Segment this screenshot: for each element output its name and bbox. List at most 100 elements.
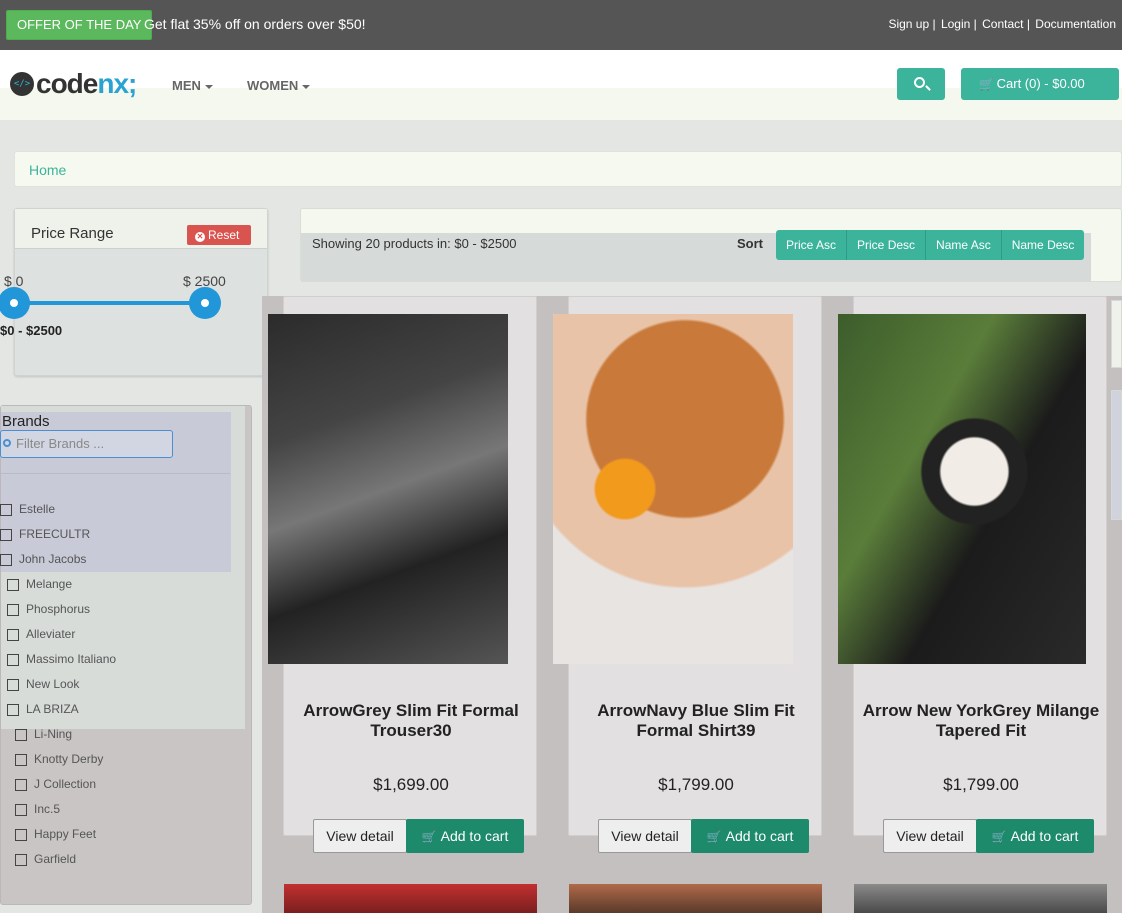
price-range-title: Price Range: [31, 225, 114, 242]
brand-item[interactable]: Phosphorus: [7, 602, 90, 618]
brand-item[interactable]: Alleviater: [7, 627, 75, 643]
product-name[interactable]: Arrow New YorkGrey Milange Tapered Fit: [856, 701, 1106, 741]
add-to-cart-label: Add to cart: [1010, 828, 1079, 844]
nav-men-label: MEN: [172, 78, 201, 93]
header: </> codenx; MEN WOMEN 🛒 Cart (0) - $0.00: [0, 50, 1122, 120]
search-icon: [3, 439, 11, 447]
brand-item[interactable]: Inc.5: [15, 802, 60, 818]
brand-item[interactable]: Knotty Derby: [15, 752, 103, 768]
checkbox-icon[interactable]: [15, 803, 27, 816]
brands-filter-input[interactable]: Filter Brands ...: [0, 430, 173, 458]
product-card: Arrow New YorkGrey Milange Tapered Fit $…: [838, 296, 1107, 853]
product-image[interactable]: [553, 314, 793, 664]
offer-of-the-day-button[interactable]: OFFER OF THE DAY: [6, 10, 153, 40]
add-to-cart-label: Add to cart: [725, 828, 794, 844]
nav-women[interactable]: WOMEN: [247, 78, 311, 93]
product-image-next-row[interactable]: [284, 884, 537, 913]
product-image-next-row[interactable]: [854, 884, 1107, 913]
logo-icon: </>: [10, 72, 34, 96]
chevron-down-icon: [302, 84, 311, 89]
cart-icon: 🛒: [979, 77, 994, 91]
brand-item[interactable]: Garfield: [15, 852, 76, 868]
view-detail-button[interactable]: View detail: [598, 819, 692, 853]
logo-text-accent: nx;: [97, 68, 137, 99]
brand-label: Garfield: [34, 852, 77, 866]
cart-icon: 🛒: [991, 830, 1007, 844]
documentation-link[interactable]: Documentation: [1035, 17, 1116, 31]
brand-label: FREECULTR: [19, 527, 91, 541]
brand-item[interactable]: FREECULTR: [0, 527, 90, 543]
sort-price-asc-button[interactable]: Price Asc: [776, 230, 848, 260]
brands-title: Brands: [2, 413, 50, 430]
add-to-cart-button[interactable]: 🛒 Add to cart: [691, 819, 809, 853]
checkbox-icon[interactable]: [15, 753, 27, 766]
breadcrumb: Home: [14, 151, 1122, 187]
brand-item[interactable]: Estelle: [0, 502, 55, 518]
logo-text-main: code: [36, 68, 98, 99]
brand-label: Knotty Derby: [34, 752, 104, 766]
logo[interactable]: </> codenx;: [10, 68, 137, 100]
cart-button[interactable]: 🛒 Cart (0) - $0.00: [961, 68, 1119, 100]
price-slider-track[interactable]: [14, 301, 205, 305]
product-name[interactable]: ArrowGrey Slim Fit Formal Trouser30: [286, 701, 536, 741]
add-to-cart-button[interactable]: 🛒 Add to cart: [406, 819, 524, 853]
top-bar: OFFER OF THE DAY Get flat 35% off on ord…: [0, 0, 1122, 50]
top-links: Sign up | Login | Contact | Documentatio…: [888, 17, 1116, 31]
product-card: ArrowGrey Slim Fit Formal Trouser30 $1,6…: [268, 296, 537, 853]
checkbox-icon[interactable]: [7, 678, 19, 691]
nav-women-label: WOMEN: [247, 78, 299, 93]
checkbox-icon[interactable]: [7, 603, 19, 616]
brand-label: New Look: [26, 677, 80, 691]
sort-price-desc-button[interactable]: Price Desc: [847, 230, 927, 260]
nav-men[interactable]: MEN: [172, 78, 213, 93]
brand-item[interactable]: Massimo Italiano: [7, 652, 116, 668]
brand-label: LA BRIZA: [26, 702, 79, 716]
sort-name-desc-button[interactable]: Name Desc: [1001, 230, 1085, 260]
logo-text: codenx;: [36, 68, 137, 100]
sort-button-group: Price Asc Price Desc Name Asc Name Desc: [776, 230, 1085, 260]
checkbox-icon[interactable]: [15, 778, 27, 791]
product-price: $1,799.00: [658, 775, 734, 794]
brand-item[interactable]: Melange: [7, 577, 72, 593]
checkbox-icon[interactable]: [0, 528, 12, 541]
checkbox-icon[interactable]: [15, 728, 27, 741]
reset-button[interactable]: ✕ Reset: [187, 225, 252, 245]
price-slider-max-handle[interactable]: [189, 287, 221, 319]
product-image[interactable]: [268, 314, 508, 664]
offer-text: Get flat 35% off on orders over $50!: [144, 16, 366, 32]
close-icon: ✕: [195, 232, 205, 242]
signup-link[interactable]: Sign up: [888, 17, 929, 31]
checkbox-icon[interactable]: [7, 628, 19, 641]
checkbox-icon[interactable]: [7, 578, 19, 591]
product-card: ArrowNavy Blue Slim Fit Formal Shirt39 $…: [553, 296, 822, 853]
product-image[interactable]: [838, 314, 1086, 664]
view-detail-button[interactable]: View detail: [883, 819, 977, 853]
product-image-next-row[interactable]: [569, 884, 822, 913]
search-button[interactable]: [897, 68, 945, 100]
sort-name-asc-button[interactable]: Name Asc: [926, 230, 1002, 260]
contact-link[interactable]: Contact: [982, 17, 1023, 31]
checkbox-icon[interactable]: [0, 553, 12, 566]
showing-count-text: Showing 20 products in: $0 - $2500: [312, 236, 517, 251]
checkbox-icon[interactable]: [15, 853, 27, 866]
cart-icon: 🛒: [421, 830, 437, 844]
add-to-cart-button[interactable]: 🛒 Add to cart: [976, 819, 1094, 853]
brand-item[interactable]: Happy Feet: [15, 827, 96, 843]
reset-label: Reset: [208, 228, 240, 242]
brand-item[interactable]: J Collection: [15, 777, 96, 793]
brand-item[interactable]: John Jacobs: [0, 552, 86, 568]
login-link[interactable]: Login: [941, 17, 970, 31]
brand-item[interactable]: LA BRIZA: [7, 702, 79, 718]
brand-label: Melange: [26, 577, 73, 591]
checkbox-icon[interactable]: [15, 828, 27, 841]
right-edge-panel: [1111, 390, 1122, 520]
product-name[interactable]: ArrowNavy Blue Slim Fit Formal Shirt39: [571, 701, 821, 741]
brand-label: J Collection: [34, 777, 97, 791]
brand-item[interactable]: New Look: [7, 677, 79, 693]
checkbox-icon[interactable]: [7, 703, 19, 716]
brand-item[interactable]: Li-Ning: [15, 727, 72, 743]
checkbox-icon[interactable]: [0, 503, 12, 516]
view-detail-button[interactable]: View detail: [313, 819, 407, 853]
breadcrumb-home[interactable]: Home: [29, 162, 66, 178]
checkbox-icon[interactable]: [7, 653, 19, 666]
